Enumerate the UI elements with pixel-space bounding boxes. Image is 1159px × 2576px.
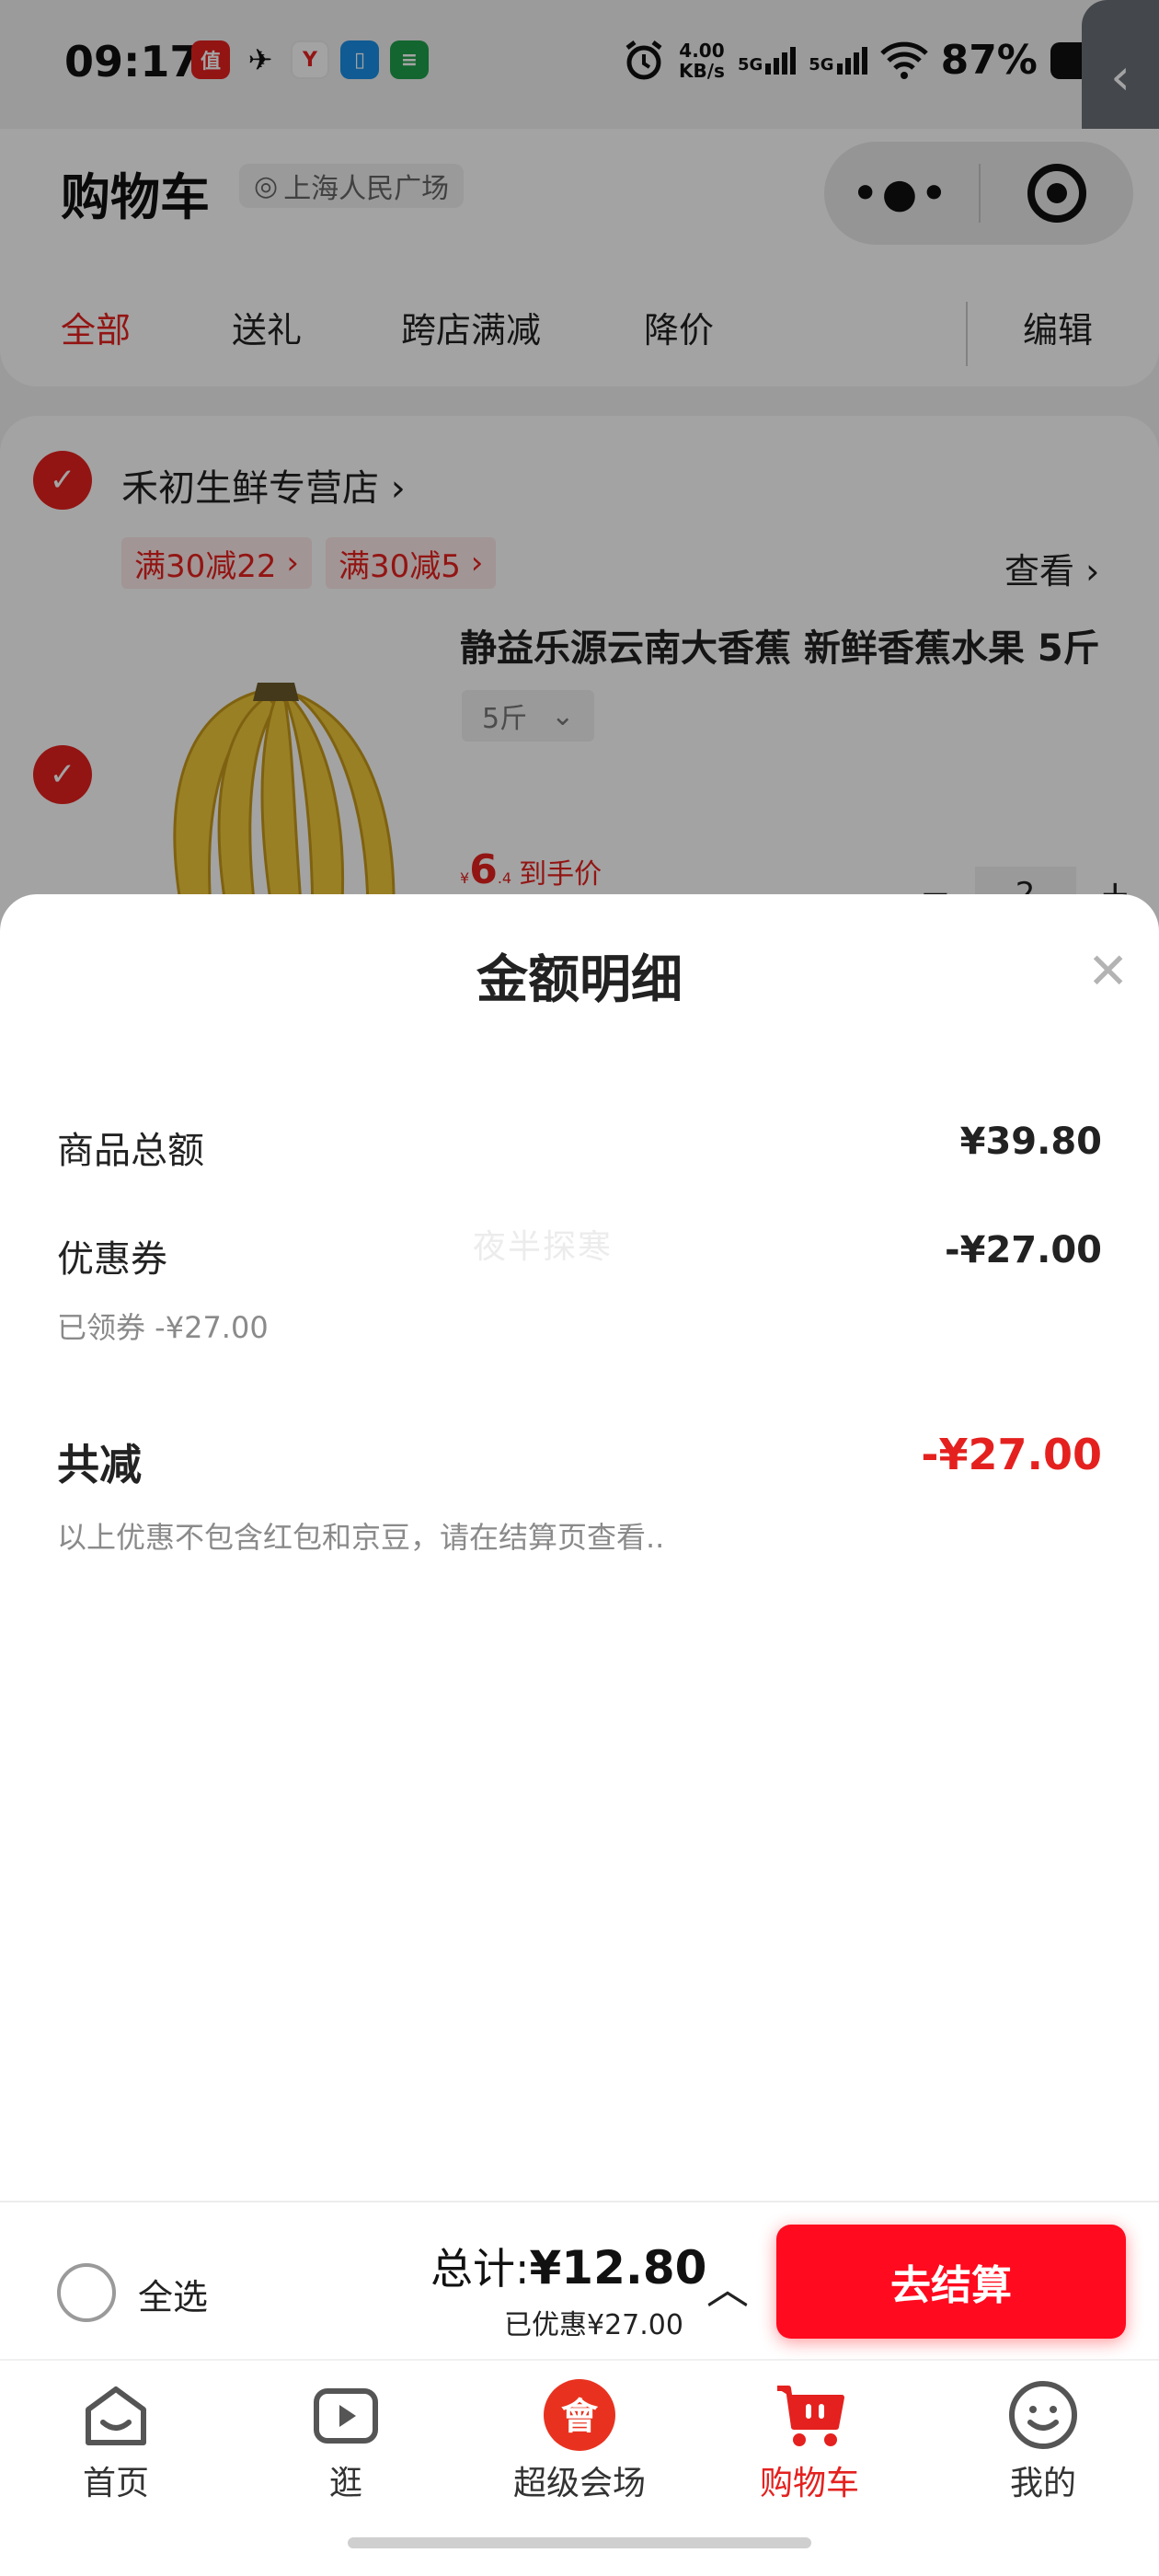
select-all-label[interactable]: 全选 bbox=[138, 2269, 208, 2319]
tab-mine[interactable]: 我的 bbox=[951, 2377, 1135, 2504]
super-venue-icon: 會 bbox=[542, 2377, 617, 2453]
coupon-detail: 已领券 -¥27.00 bbox=[57, 1310, 269, 1345]
subtotal-value: ¥39.80 bbox=[959, 1121, 1102, 1163]
watermark: 夜半探寒 bbox=[473, 1228, 614, 1266]
sheet-title: 金额明细 bbox=[476, 950, 683, 1010]
tab-browse[interactable]: 逛 bbox=[254, 2377, 438, 2504]
total-amount: 总计:¥12.80 bbox=[430, 2241, 707, 2294]
svg-text:會: 會 bbox=[561, 2396, 599, 2438]
coupon-label: 优惠券 bbox=[57, 1238, 167, 1281]
checkout-bar: 全选 总计:¥12.80 已优惠¥27.00 ︿ 去结算 bbox=[0, 2201, 1159, 2359]
amount-detail-sheet: 金额明细 ✕ 商品总额 ¥39.80 夜半探寒 优惠券 -¥27.00 已领券 … bbox=[0, 894, 1159, 2201]
close-icon[interactable]: ✕ bbox=[1087, 942, 1129, 1000]
cart-icon bbox=[772, 2377, 847, 2453]
coupon-value: -¥27.00 bbox=[945, 1229, 1102, 1271]
select-all-radio[interactable] bbox=[57, 2263, 116, 2322]
tab-home[interactable]: 首页 bbox=[24, 2377, 208, 2504]
home-icon bbox=[78, 2377, 154, 2453]
tab-super-venue[interactable]: 會 超级会场 bbox=[488, 2377, 671, 2504]
subtotal-label: 商品总额 bbox=[57, 1130, 204, 1172]
total-reduction-label: 共减 bbox=[57, 1440, 142, 1489]
total-reduction-value: -¥27.00 bbox=[921, 1430, 1102, 1479]
smiley-icon bbox=[1005, 2377, 1081, 2453]
tab-cart[interactable]: 购物车 bbox=[717, 2377, 901, 2504]
saved-amount: 已优惠¥27.00 bbox=[504, 2309, 683, 2341]
discount-note: 以上优惠不包含红包和京豆，请在结算页查看.. bbox=[57, 1520, 665, 1555]
home-indicator bbox=[348, 2537, 811, 2548]
chevron-up-icon[interactable]: ︿ bbox=[706, 2256, 749, 2317]
play-icon bbox=[308, 2377, 384, 2453]
checkout-button[interactable]: 去结算 bbox=[776, 2225, 1126, 2339]
